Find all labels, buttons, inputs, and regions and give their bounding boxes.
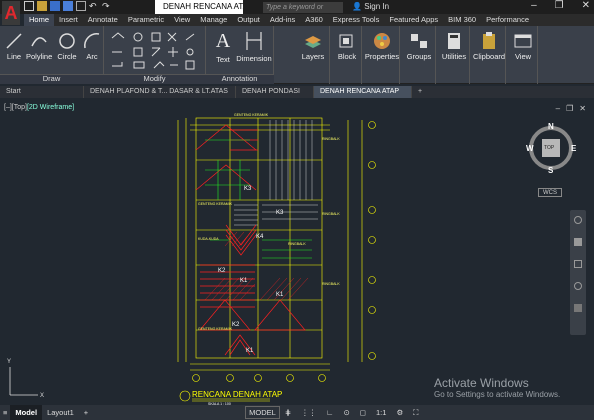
wcs-dropdown[interactable]: WCS bbox=[538, 188, 562, 197]
note-1: GENTENG KERAMIK bbox=[234, 113, 269, 117]
fullscreen-icon[interactable]: ⛶ bbox=[408, 405, 423, 420]
compass-w[interactable]: W bbox=[526, 144, 534, 153]
note-5: RINGBALK bbox=[322, 282, 340, 286]
menu-icon[interactable]: ≡ bbox=[0, 405, 10, 420]
room-label-k3a: K3 bbox=[244, 186, 252, 192]
room-label-k1a: K1 bbox=[240, 278, 248, 284]
tab-model[interactable]: Model bbox=[10, 405, 43, 420]
note-3: RINGBALK bbox=[322, 137, 340, 141]
settings-icon[interactable]: ⚙ bbox=[391, 405, 408, 420]
activate-line2: Go to Settings to activate Windows. bbox=[434, 390, 561, 399]
navigation-bar bbox=[570, 210, 586, 335]
drawing-title: RENCANA DENAH ATAP bbox=[192, 390, 282, 399]
note-2: GENTENG KERAMIK bbox=[198, 327, 233, 331]
ortho-icon[interactable]: ∟ bbox=[321, 405, 338, 420]
viewcube[interactable]: N S E W TOP bbox=[526, 120, 576, 178]
wcs-label: WCS bbox=[543, 190, 557, 196]
zoom-icon[interactable] bbox=[574, 260, 582, 268]
note-8: GENTENG KERAMIK bbox=[198, 202, 233, 206]
scale-dropdown[interactable]: 1:1 bbox=[371, 405, 391, 420]
room-label-k4: K4 bbox=[256, 234, 264, 240]
steering-wheel-icon[interactable] bbox=[574, 216, 582, 224]
add-layout-icon[interactable]: + bbox=[79, 405, 93, 420]
compass-s[interactable]: S bbox=[548, 166, 553, 175]
room-label-k1b: K1 bbox=[276, 292, 284, 298]
note-4: RINGBALK bbox=[322, 212, 340, 216]
roof-plan-drawing: K3 K3 K4 K2 K1 K1 K2 K1 GENTENG KERAMIK … bbox=[7, 113, 376, 406]
note-6: KUDA-KUDA bbox=[198, 237, 219, 241]
compass-e[interactable]: E bbox=[571, 144, 576, 153]
room-label-k2a: K2 bbox=[218, 268, 226, 274]
svg-text:X: X bbox=[40, 393, 44, 399]
orbit-icon[interactable] bbox=[574, 282, 582, 290]
status-bar: ≡ Model Layout1 + MODEL ⋕ ⋮⋮ ∟ ⊙ ◻ 1:1 ⚙… bbox=[0, 405, 594, 420]
viewcube-top-face[interactable]: TOP bbox=[544, 145, 554, 151]
polar-icon[interactable]: ⊙ bbox=[338, 405, 354, 420]
grid-icon[interactable]: ⋕ bbox=[280, 405, 296, 420]
compass-n[interactable]: N bbox=[548, 122, 554, 131]
svg-text:Y: Y bbox=[7, 359, 11, 365]
room-label-k1c: K1 bbox=[246, 348, 254, 354]
model-space-button[interactable]: MODEL bbox=[245, 406, 280, 419]
tab-layout1[interactable]: Layout1 bbox=[42, 405, 79, 420]
room-label-k2b: K2 bbox=[232, 322, 240, 328]
note-7: RINGBALK bbox=[288, 242, 306, 246]
activate-windows-watermark: Activate Windows Go to Settings to activ… bbox=[434, 376, 560, 399]
snap-icon[interactable]: ⋮⋮ bbox=[296, 405, 321, 420]
pan-icon[interactable] bbox=[574, 238, 582, 246]
ucs-icon bbox=[9, 367, 38, 396]
room-label-k3b: K3 bbox=[276, 210, 284, 216]
osnap-icon[interactable]: ◻ bbox=[355, 405, 371, 420]
showmotion-icon[interactable] bbox=[574, 304, 582, 312]
activate-line1: Activate Windows bbox=[434, 376, 529, 390]
